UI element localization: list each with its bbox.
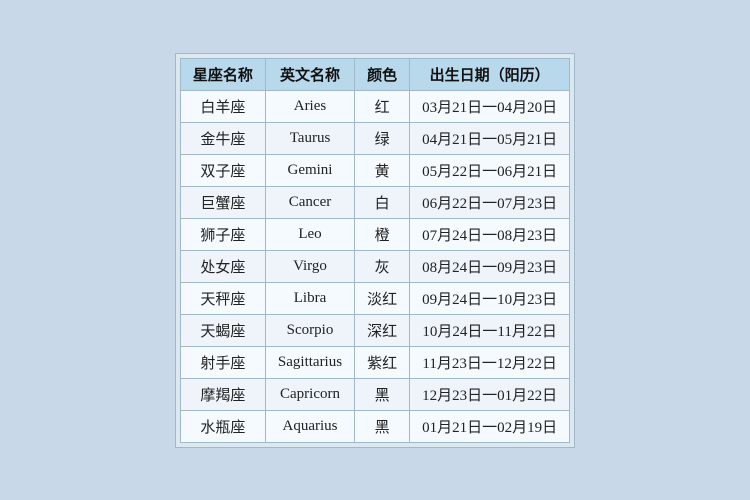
table-row: 双子座Gemini黄05月22日一06月21日 <box>180 154 569 186</box>
cell-color: 绿 <box>355 122 410 154</box>
table-row: 金牛座Taurus绿04月21日一05月21日 <box>180 122 569 154</box>
cell-date: 08月24日一09月23日 <box>410 250 570 282</box>
table-row: 摩羯座Capricorn黑12月23日一01月22日 <box>180 378 569 410</box>
cell-english-name: Leo <box>265 218 354 250</box>
cell-color: 白 <box>355 186 410 218</box>
cell-date: 05月22日一06月21日 <box>410 154 570 186</box>
cell-english-name: Aquarius <box>265 410 354 442</box>
cell-chinese-name: 水瓶座 <box>180 410 265 442</box>
table-row: 巨蟹座Cancer白06月22日一07月23日 <box>180 186 569 218</box>
cell-date: 09月24日一10月23日 <box>410 282 570 314</box>
cell-color: 黄 <box>355 154 410 186</box>
cell-color: 紫红 <box>355 346 410 378</box>
cell-chinese-name: 狮子座 <box>180 218 265 250</box>
cell-english-name: Taurus <box>265 122 354 154</box>
cell-color: 橙 <box>355 218 410 250</box>
table-row: 处女座Virgo灰08月24日一09月23日 <box>180 250 569 282</box>
table-row: 白羊座Aries红03月21日一04月20日 <box>180 90 569 122</box>
cell-color: 淡红 <box>355 282 410 314</box>
cell-english-name: Sagittarius <box>265 346 354 378</box>
cell-date: 07月24日一08月23日 <box>410 218 570 250</box>
cell-date: 12月23日一01月22日 <box>410 378 570 410</box>
zodiac-table-container: 星座名称 英文名称 颜色 出生日期（阳历） 白羊座Aries红03月21日一04… <box>175 53 575 448</box>
cell-english-name: Cancer <box>265 186 354 218</box>
table-row: 狮子座Leo橙07月24日一08月23日 <box>180 218 569 250</box>
table-row: 天蝎座Scorpio深红10月24日一11月22日 <box>180 314 569 346</box>
cell-chinese-name: 射手座 <box>180 346 265 378</box>
cell-chinese-name: 摩羯座 <box>180 378 265 410</box>
cell-english-name: Capricorn <box>265 378 354 410</box>
cell-chinese-name: 双子座 <box>180 154 265 186</box>
cell-english-name: Gemini <box>265 154 354 186</box>
cell-date: 04月21日一05月21日 <box>410 122 570 154</box>
cell-english-name: Aries <box>265 90 354 122</box>
cell-color: 红 <box>355 90 410 122</box>
table-row: 射手座Sagittarius紫红11月23日一12月22日 <box>180 346 569 378</box>
cell-date: 11月23日一12月22日 <box>410 346 570 378</box>
cell-date: 01月21日一02月19日 <box>410 410 570 442</box>
cell-english-name: Virgo <box>265 250 354 282</box>
cell-english-name: Scorpio <box>265 314 354 346</box>
header-chinese-name: 星座名称 <box>180 58 265 90</box>
cell-color: 黑 <box>355 410 410 442</box>
header-english-name: 英文名称 <box>265 58 354 90</box>
cell-color: 灰 <box>355 250 410 282</box>
cell-chinese-name: 金牛座 <box>180 122 265 154</box>
cell-date: 10月24日一11月22日 <box>410 314 570 346</box>
cell-date: 03月21日一04月20日 <box>410 90 570 122</box>
table-row: 天秤座Libra淡红09月24日一10月23日 <box>180 282 569 314</box>
cell-english-name: Libra <box>265 282 354 314</box>
table-row: 水瓶座Aquarius黑01月21日一02月19日 <box>180 410 569 442</box>
cell-chinese-name: 天秤座 <box>180 282 265 314</box>
cell-chinese-name: 巨蟹座 <box>180 186 265 218</box>
table-header-row: 星座名称 英文名称 颜色 出生日期（阳历） <box>180 58 569 90</box>
cell-chinese-name: 天蝎座 <box>180 314 265 346</box>
cell-color: 深红 <box>355 314 410 346</box>
cell-chinese-name: 处女座 <box>180 250 265 282</box>
cell-date: 06月22日一07月23日 <box>410 186 570 218</box>
header-color: 颜色 <box>355 58 410 90</box>
cell-color: 黑 <box>355 378 410 410</box>
zodiac-table: 星座名称 英文名称 颜色 出生日期（阳历） 白羊座Aries红03月21日一04… <box>180 58 570 443</box>
table-body: 白羊座Aries红03月21日一04月20日金牛座Taurus绿04月21日一0… <box>180 90 569 442</box>
header-date: 出生日期（阳历） <box>410 58 570 90</box>
cell-chinese-name: 白羊座 <box>180 90 265 122</box>
